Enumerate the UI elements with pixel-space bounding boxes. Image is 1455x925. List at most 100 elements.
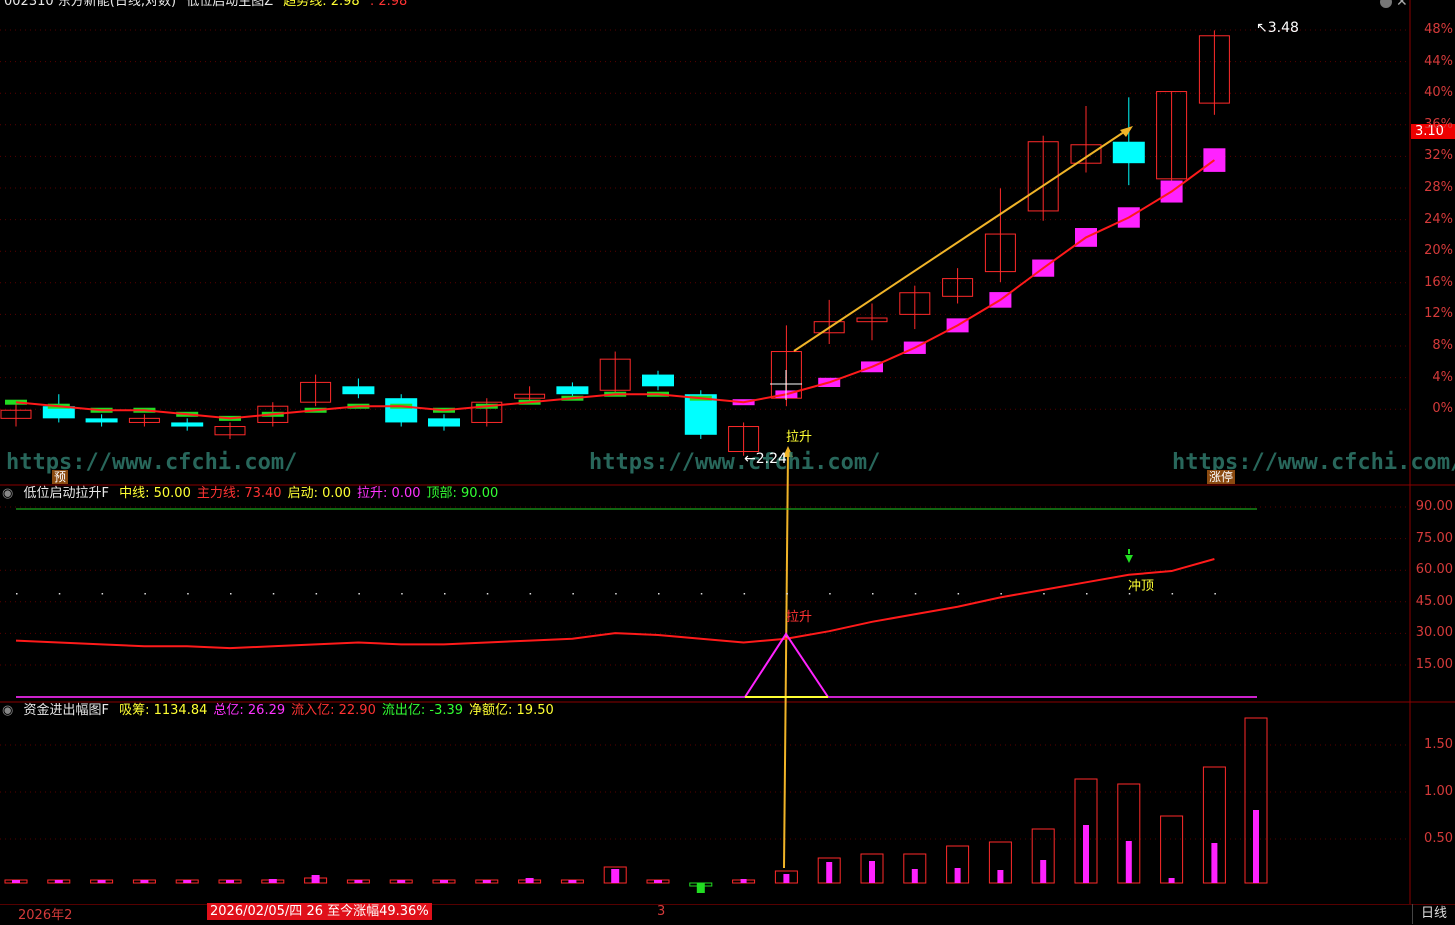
mid-dot [401,593,403,595]
sub2-axis-tick: 0.50 [1424,831,1453,846]
year-label: 2026年2 [18,908,73,923]
low-price-value: 2.24 [755,451,787,467]
mid-dot [486,593,489,595]
sub1-item-4: 顶部: 90.00 [426,486,499,501]
month-label: 3 [657,904,666,919]
mid-dot [829,593,831,595]
fund-inflow-bar [654,880,662,883]
price-axis-tick: 32% [1424,148,1453,164]
price-axis-tick: 12% [1424,306,1453,322]
mid-dot [1043,593,1045,595]
fund-inflow-bar [226,880,234,883]
high-price-value: 3.48 [1267,20,1299,36]
sub1-axis-tick: 15.00 [1415,657,1453,672]
fund-inflow-bar [1083,825,1089,883]
price-axis-tick: 28% [1424,180,1453,195]
fund-inflow-bar [568,880,577,883]
fund-inflow-bar [397,880,406,883]
sub2-axis-tick: 1.00 [1424,784,1453,799]
fund-inflow-bar [1168,878,1175,883]
sub1-name[interactable]: 低位启动拉升F [23,486,108,501]
mid-dot [572,593,574,595]
sub2-item-0: 吸筹: 1134.84 [119,703,208,718]
mid-dot [957,593,960,595]
mid-dot [358,593,360,595]
fund-inflow-bar [1125,841,1132,883]
mid-dot [272,593,275,595]
pull-up-label-main: 拉升 [786,430,813,445]
fund-inflow-bar [354,880,363,883]
mid-dot [786,593,788,595]
fund-inflow-bar [1253,810,1259,883]
fund-inflow-bar [826,862,833,883]
mid-dot [658,593,660,595]
mid-dot [187,593,189,595]
trend-arrow-head [1120,126,1133,137]
candle-body [171,422,204,427]
candle-body [85,418,118,423]
mid-dot [914,593,917,595]
price-axis-tick: 24% [1424,211,1453,227]
sub1-item-2: 启动: 0.00 [287,486,352,501]
fund-inflow-bar [12,880,20,883]
sub1-item-1: 主力线: 73.40 [196,486,282,501]
fund-inflow-bar [696,883,705,893]
price-axis-tick: 8% [1432,338,1453,353]
date-highlight: 2026/02/05/四 26 至今涨幅49.36% [207,903,432,920]
candle-body [642,374,674,387]
mid-dot [1171,593,1174,595]
mid-dot [1214,593,1216,595]
candle-body [1112,141,1145,164]
mid-dot [444,593,446,595]
sub2-collapse-icon[interactable]: ◉ [2,703,13,718]
mid-dot [615,593,617,595]
candle-body [342,386,375,395]
sub1-axis-tick: 45.00 [1415,593,1453,609]
fund-inflow-bar [954,868,961,883]
fund-inflow-bar [911,869,918,883]
mid-dot [700,593,703,595]
sub1-header: ◉ 低位启动拉升F 中线: 50.00 主力线: 73.40 启动: 0.00 拉升:… [2,486,510,502]
sub2-item-3: 流出亿: -3.39 [381,703,464,718]
candle-body [556,386,589,395]
watermark-center: https://www.cfchi.com/ [589,450,881,475]
fund-total-bar [1160,815,1184,884]
pull-up-label-sub: 拉升 [786,610,813,625]
low-price-label: ←2.24 [744,451,787,467]
sub2-header: ◉ 资金进出幅图F 吸筹: 1134.84 总亿: 26.29 流入亿: 22.90… [2,703,566,719]
candle-body [385,398,418,423]
pre-badge: 预 [52,470,69,484]
fund-inflow-bar [482,880,491,883]
mid-dot [529,593,532,595]
fund-inflow-bar [268,879,277,883]
signal-arrow [783,451,789,869]
sub1-collapse-icon[interactable]: ◉ [2,486,13,501]
price-axis-tick: 0% [1432,401,1453,417]
fund-inflow-bar [611,869,620,883]
fund-inflow-bar [311,875,320,883]
sub1-item-3: 拉升: 0.00 [357,486,421,501]
fund-inflow-bar [997,870,1004,883]
mid-dot [144,593,146,595]
mid-dot [58,593,61,595]
period-button[interactable]: 日线 [1412,904,1455,924]
price-axis-tick: 16% [1424,274,1453,290]
mid-dot [1086,593,1088,595]
price-axis-tick: 4% [1432,369,1453,385]
sub1-axis-tick: 30.00 [1415,625,1453,641]
price-axis-tick: 20% [1424,243,1453,259]
sub2-item-2: 流入亿: 22.90 [291,703,376,718]
mid-dot [101,593,104,595]
limit-up-badge: 涨停 [1207,470,1236,484]
fund-inflow-bar [440,880,448,883]
sub2-name[interactable]: 资金进出幅图F [23,703,108,718]
main-force-line [15,558,1215,650]
fund-inflow-bar [525,878,534,883]
fund-inflow-bar [1040,860,1047,883]
mid-dot [872,593,874,595]
sub2-axis-tick: 1.50 [1424,737,1453,752]
price-axis-tick: 40% [1424,85,1453,101]
fund-inflow-bar [740,879,747,883]
price-axis-tick: 36% [1424,116,1453,132]
fund-inflow-bar [783,874,790,883]
